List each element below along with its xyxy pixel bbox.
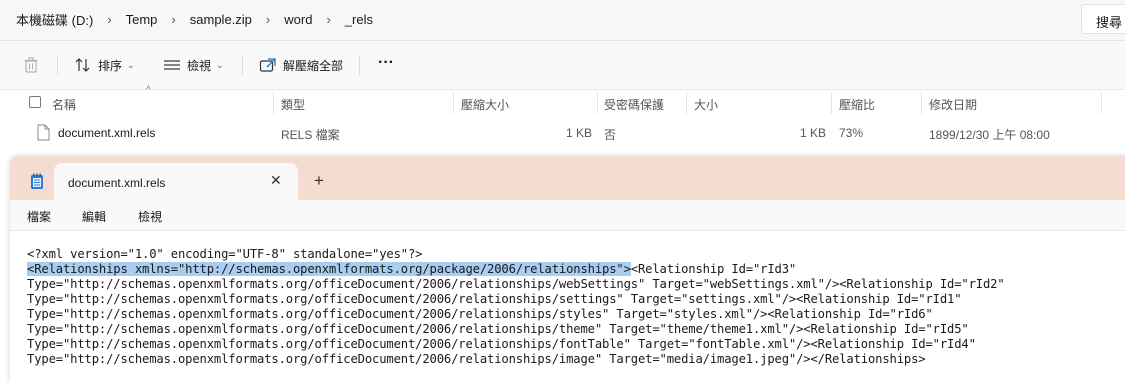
column-name[interactable]: 名稱 xyxy=(52,96,76,113)
column-divider[interactable] xyxy=(453,92,454,114)
code-line: Type="http://schemas.openxmlformats.org/… xyxy=(27,337,976,351)
column-modified[interactable]: 修改日期 xyxy=(929,96,977,113)
table-row[interactable]: document.xml.rels RELS 檔案 1 KB 否 1 KB 73… xyxy=(0,119,1125,147)
extract-all-button[interactable]: 解壓縮全部 xyxy=(259,53,343,77)
breadcrumb-temp[interactable]: Temp xyxy=(122,12,162,27)
column-ratio[interactable]: 壓縮比 xyxy=(839,96,875,113)
delete-button[interactable] xyxy=(22,53,46,77)
chevron-down-icon: ⌄ xyxy=(216,59,224,70)
file-ratio: 73% xyxy=(839,126,864,140)
file-icon xyxy=(37,124,50,141)
breadcrumb-zip[interactable]: sample.zip xyxy=(186,12,256,27)
toolbar-divider xyxy=(359,55,360,75)
column-divider[interactable] xyxy=(686,92,687,114)
trash-icon xyxy=(24,57,38,73)
notepad-menubar: 檔案 編輯 檢視 xyxy=(10,200,1125,231)
chevron-up-icon: ^ xyxy=(146,85,151,96)
view-list-icon xyxy=(164,60,180,70)
extract-icon xyxy=(259,58,276,72)
code-line: Type="http://schemas.openxmlformats.org/… xyxy=(27,322,969,336)
sort-label: 排序 xyxy=(98,58,123,73)
view-label: 檢視 xyxy=(187,58,212,73)
sort-icon xyxy=(75,58,90,72)
file-name[interactable]: document.xml.rels xyxy=(58,126,155,140)
command-bar: 排序 ⌄ 檢視 ⌄ 解壓縮全部 ··· xyxy=(0,41,1125,90)
extract-all-label: 解壓縮全部 xyxy=(283,58,344,73)
column-divider[interactable] xyxy=(273,92,274,114)
selected-text: <Relationships xmlns="http://schemas.ope… xyxy=(27,262,631,276)
breadcrumb-rels[interactable]: _rels xyxy=(341,12,377,27)
column-compressed-size[interactable]: 壓縮大小 xyxy=(461,96,509,113)
code-line: Type="http://schemas.openxmlformats.org/… xyxy=(27,307,933,321)
breadcrumb-word[interactable]: word xyxy=(280,12,316,27)
search-input[interactable]: 搜尋 xyxy=(1081,4,1125,34)
code-line: Type="http://schemas.openxmlformats.org/… xyxy=(27,352,926,366)
column-divider[interactable] xyxy=(1101,92,1102,114)
notepad-titlebar[interactable]: document.xml.rels ✕ + xyxy=(10,156,1125,200)
toolbar-divider xyxy=(242,55,243,75)
file-size: 1 KB xyxy=(800,126,827,140)
toolbar-divider xyxy=(57,55,58,75)
chevron-right-icon: › xyxy=(171,12,176,27)
column-divider[interactable] xyxy=(921,92,922,114)
more-options-button[interactable]: ··· xyxy=(378,51,394,75)
notepad-window: document.xml.rels ✕ + 檔案 編輯 檢視 <?xml ver… xyxy=(10,156,1125,383)
tab-document[interactable]: document.xml.rels ✕ xyxy=(54,163,298,200)
code-line: <?xml version="1.0" encoding="UTF-8" sta… xyxy=(27,247,423,261)
view-button[interactable]: 檢視 ⌄ xyxy=(163,53,224,77)
file-modified: 1899/12/30 上午 08:00 xyxy=(929,128,1050,142)
menu-view[interactable]: 檢視 xyxy=(138,208,162,225)
breadcrumb-drive[interactable]: 本機磁碟 (D:) xyxy=(12,10,97,29)
chevron-right-icon: › xyxy=(326,12,331,27)
chevron-down-icon: ⌄ xyxy=(127,59,135,70)
breadcrumb: 本機磁碟 (D:) › Temp › sample.zip › word › _… xyxy=(12,10,377,29)
menu-edit[interactable]: 編輯 xyxy=(82,208,106,225)
text-editor[interactable]: <?xml version="1.0" encoding="UTF-8" sta… xyxy=(10,231,1125,383)
code-line: Type="http://schemas.openxmlformats.org/… xyxy=(27,292,962,306)
more-icon: ··· xyxy=(378,54,394,71)
new-tab-button[interactable]: + xyxy=(314,171,324,191)
notepad-icon xyxy=(31,173,43,189)
select-all-checkbox[interactable] xyxy=(29,96,41,108)
tab-title: document.xml.rels xyxy=(68,176,166,190)
close-icon[interactable]: ✕ xyxy=(270,172,282,189)
column-size[interactable]: 大小 xyxy=(694,96,718,113)
file-type: RELS 檔案 xyxy=(281,128,340,142)
search-label: 搜尋 xyxy=(1096,15,1123,30)
column-type[interactable]: 類型 xyxy=(281,96,305,113)
chevron-right-icon: › xyxy=(265,12,271,27)
sort-button[interactable]: 排序 ⌄ xyxy=(74,53,135,77)
column-password[interactable]: 受密碼保護 xyxy=(604,96,664,113)
column-divider[interactable] xyxy=(597,92,598,114)
menu-file[interactable]: 檔案 xyxy=(27,208,51,225)
code-line: <Relationship Id="rId3" xyxy=(630,262,797,276)
editor-content[interactable]: <?xml version="1.0" encoding="UTF-8" sta… xyxy=(27,247,1005,367)
chevron-right-icon: › xyxy=(107,12,112,27)
column-header-row: ^ 名稱 類型 壓縮大小 受密碼保護 大小 壓縮比 修改日期 xyxy=(0,85,1125,116)
column-divider[interactable] xyxy=(831,92,832,114)
file-compressed-size: 1 KB xyxy=(566,126,593,140)
address-bar[interactable]: 本機磁碟 (D:) › Temp › sample.zip › word › _… xyxy=(0,0,1125,41)
code-line: Type="http://schemas.openxmlformats.org/… xyxy=(27,277,1005,291)
file-password: 否 xyxy=(604,128,617,142)
